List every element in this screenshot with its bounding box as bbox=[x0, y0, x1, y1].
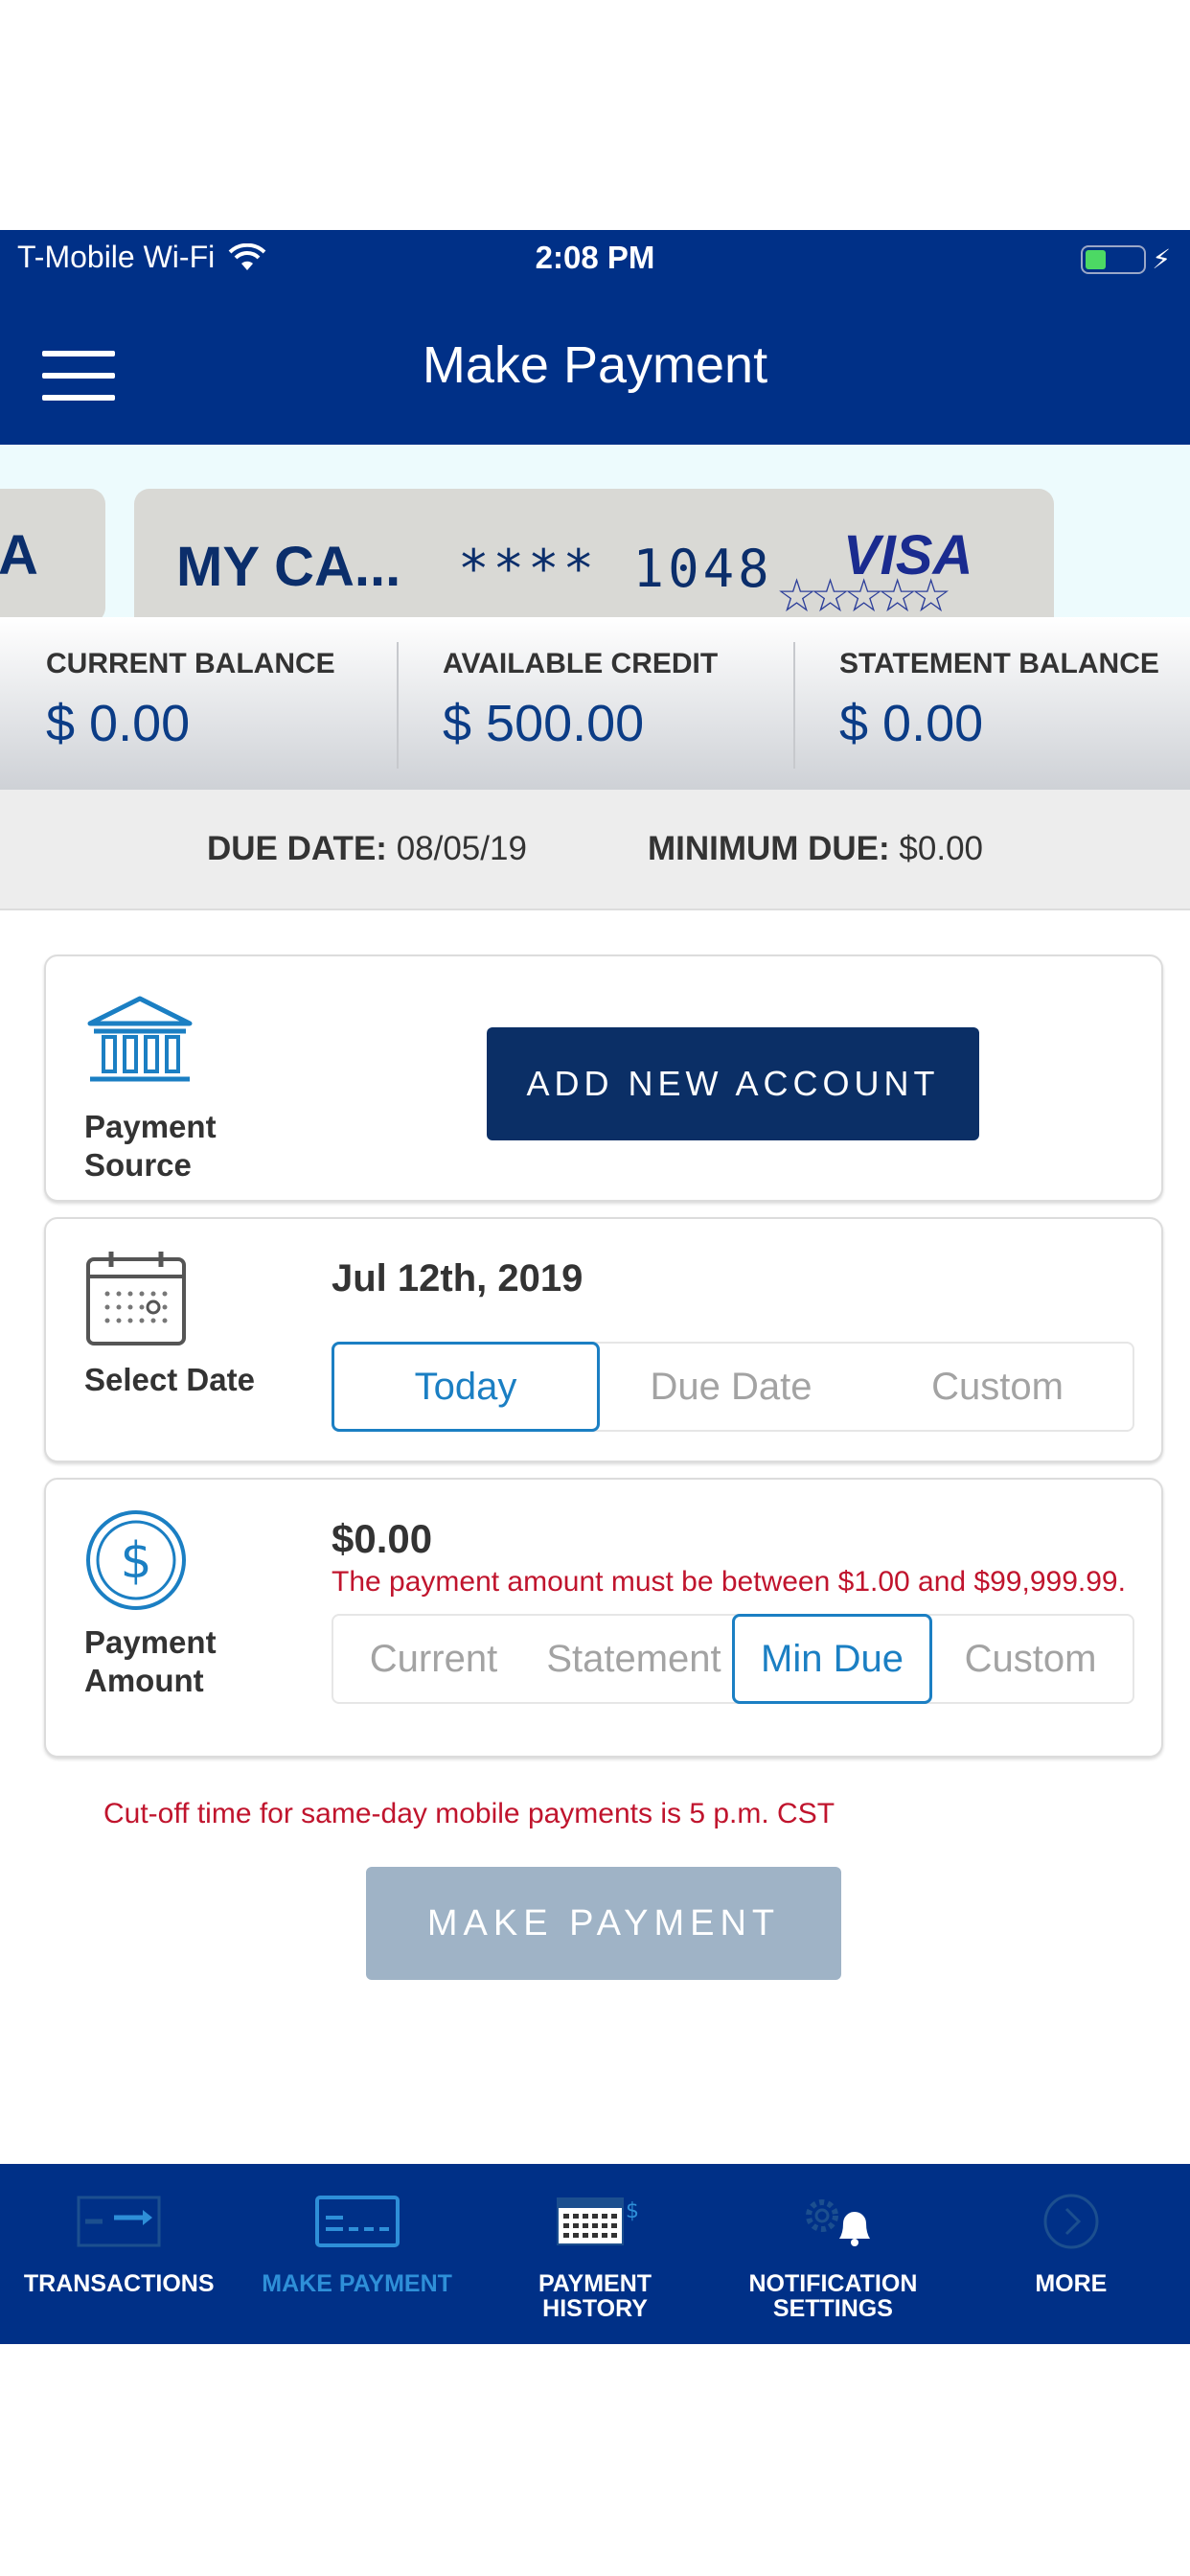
date-option-today[interactable]: Today bbox=[332, 1342, 600, 1432]
tab-make-payment[interactable]: MAKE PAYMENT bbox=[238, 2164, 475, 2344]
gear-bell-icon bbox=[787, 2193, 879, 2250]
amount-option-current[interactable]: Current bbox=[333, 1616, 534, 1702]
tab-label: MAKE PAYMENT bbox=[262, 2270, 452, 2297]
payment-source-panel: Payment Source ADD NEW ACCOUNT bbox=[44, 954, 1163, 1202]
date-option-due-date[interactable]: Due Date bbox=[598, 1344, 864, 1430]
chevron-right-circle-icon bbox=[1025, 2193, 1117, 2250]
due-date-label: DUE DATE: bbox=[206, 830, 387, 867]
card-previous[interactable]: A bbox=[0, 489, 105, 617]
balance-value: $ 0.00 bbox=[46, 695, 191, 752]
label-line: Payment bbox=[84, 1109, 217, 1144]
battery-icon: ⚡ bbox=[1081, 243, 1171, 275]
select-date-label: Select Date bbox=[84, 1362, 255, 1397]
make-payment-button[interactable]: MAKE PAYMENT bbox=[366, 1867, 841, 1980]
due-info: DUE DATE: 08/05/19 MINIMUM DUE: $0.00 bbox=[0, 790, 1190, 910]
minimum-due-label: MINIMUM DUE: bbox=[647, 830, 890, 867]
tab-label: NOTIFICATION SETTINGS bbox=[748, 2270, 918, 2322]
card-number: **** 1048 bbox=[458, 539, 773, 599]
due-date: DUE DATE: 08/05/19 bbox=[207, 830, 527, 868]
label-line: Source bbox=[84, 1147, 192, 1183]
card-carousel[interactable]: A MY CA... **** 1048 VISA ☆☆☆☆☆ bbox=[0, 445, 1190, 617]
label-line: Amount bbox=[84, 1663, 204, 1698]
nav-bar: Make Payment bbox=[0, 286, 1190, 445]
svg-text:$: $ bbox=[120, 1532, 151, 1590]
tab-payment-history[interactable]: $ PAYMENT HISTORY bbox=[476, 2164, 714, 2344]
stars-icon: ☆☆☆☆☆ bbox=[776, 571, 951, 617]
tab-label: PAYMENT HISTORY bbox=[538, 2270, 652, 2322]
cutoff-notice: Cut-off time for same-day mobile payment… bbox=[103, 1798, 835, 1829]
balance-label: CURRENT BALANCE bbox=[46, 648, 335, 679]
tab-transactions[interactable]: TRANSACTIONS bbox=[0, 2164, 238, 2344]
bottom-tab-bar: TRANSACTIONS MAKE PAYMENT $ PAYMENT HIST… bbox=[0, 2164, 1190, 2344]
balance-label: STATEMENT BALANCE bbox=[839, 648, 1159, 679]
tab-notification-settings[interactable]: NOTIFICATION SETTINGS bbox=[714, 2164, 951, 2344]
charging-bolt-icon: ⚡ bbox=[1152, 244, 1171, 274]
tab-label: TRANSACTIONS bbox=[23, 2270, 215, 2297]
payment-source-label: Payment Source bbox=[84, 1108, 217, 1184]
amount-option-custom[interactable]: Custom bbox=[930, 1616, 1131, 1702]
bank-icon bbox=[87, 996, 193, 1082]
svg-text:$: $ bbox=[626, 2199, 638, 2223]
card-name: MY CA... bbox=[176, 536, 401, 598]
payment-amount-value: $0.00 bbox=[332, 1516, 433, 1561]
card-previous-logo: A bbox=[0, 524, 38, 586]
payment-amount-panel: $ Payment Amount $0.00 The payment amoun… bbox=[44, 1478, 1163, 1758]
transactions-icon bbox=[73, 2193, 165, 2250]
add-new-account-button[interactable]: ADD NEW ACCOUNT bbox=[487, 1027, 979, 1140]
calendar-icon bbox=[86, 1252, 186, 1346]
minimum-due-value: $0.00 bbox=[899, 830, 984, 867]
current-balance: CURRENT BALANCE $ 0.00 bbox=[0, 617, 397, 790]
payment-amount-label: Payment Amount bbox=[84, 1623, 217, 1700]
page-title: Make Payment bbox=[422, 336, 768, 394]
label-line: Payment bbox=[84, 1624, 217, 1660]
date-option-custom[interactable]: Custom bbox=[864, 1344, 1131, 1430]
selected-date: Jul 12th, 2019 bbox=[332, 1257, 584, 1300]
balance-value: $ 0.00 bbox=[839, 695, 984, 752]
status-time: 2:08 PM bbox=[535, 240, 655, 275]
date-segmented-control[interactable]: Today Due Date Custom bbox=[332, 1342, 1134, 1432]
calendar-dollar-icon: $ bbox=[549, 2193, 641, 2250]
tab-label: MORE bbox=[1035, 2270, 1108, 2297]
amount-segmented-control[interactable]: Current Statement Min Due Custom bbox=[332, 1614, 1134, 1704]
available-credit: AVAILABLE CREDIT $ 500.00 bbox=[397, 617, 793, 790]
due-date-value: 08/05/19 bbox=[396, 830, 527, 867]
amount-option-statement[interactable]: Statement bbox=[534, 1616, 734, 1702]
balance-label: AVAILABLE CREDIT bbox=[443, 648, 719, 679]
select-date-panel: Select Date Jul 12th, 2019 Today Due Dat… bbox=[44, 1217, 1163, 1462]
tab-more[interactable]: MORE bbox=[952, 2164, 1190, 2344]
card-icon bbox=[311, 2193, 403, 2250]
balance-value: $ 500.00 bbox=[443, 695, 645, 752]
minimum-due: MINIMUM DUE: $0.00 bbox=[648, 830, 983, 868]
balances-row: CURRENT BALANCE $ 0.00 AVAILABLE CREDIT … bbox=[0, 617, 1190, 790]
amount-error-message: The payment amount must be between $1.00… bbox=[332, 1566, 1126, 1598]
card-current[interactable]: MY CA... **** 1048 VISA ☆☆☆☆☆ bbox=[134, 489, 1054, 617]
statement-balance: STATEMENT BALANCE $ 0.00 bbox=[793, 617, 1190, 790]
dollar-icon: $ bbox=[86, 1510, 186, 1610]
status-bar: T-Mobile Wi-Fi 2:08 PM ⚡ bbox=[0, 230, 1190, 286]
amount-option-min-due[interactable]: Min Due bbox=[732, 1614, 932, 1704]
